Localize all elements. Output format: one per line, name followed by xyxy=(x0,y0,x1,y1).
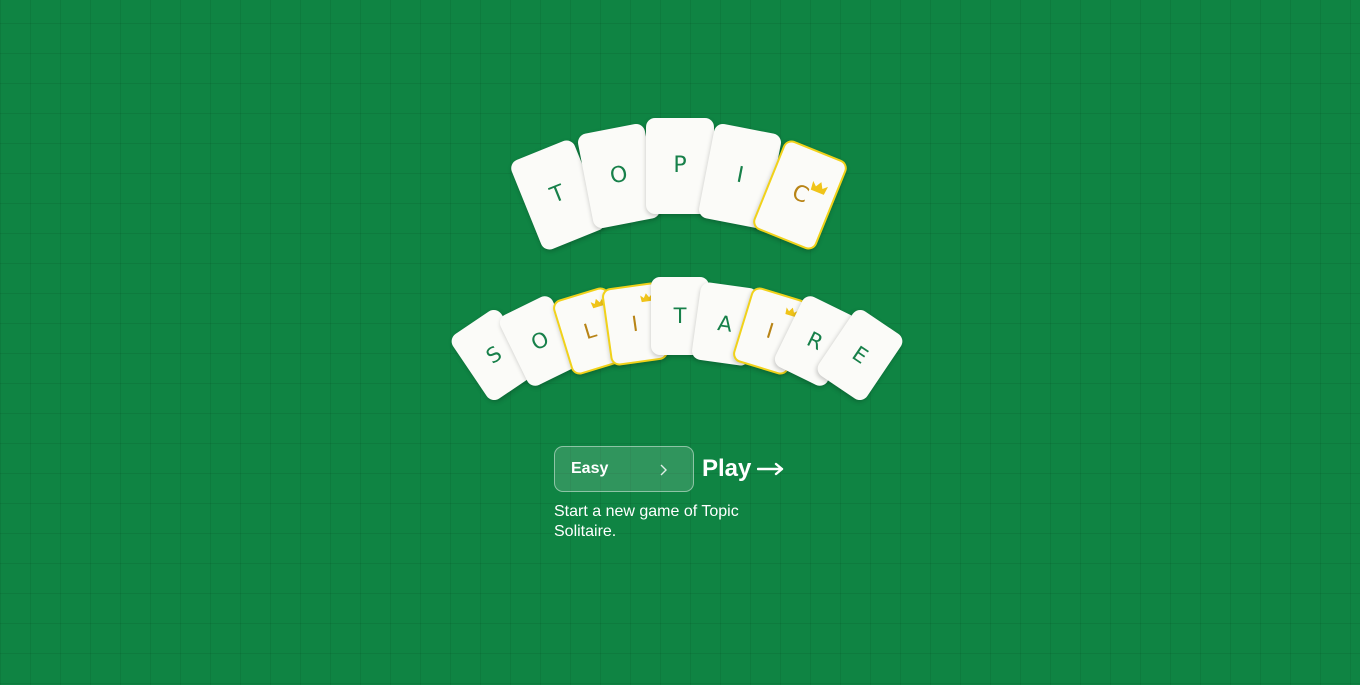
card-letter: C xyxy=(788,180,812,210)
play-button[interactable]: Play xyxy=(702,446,785,492)
card-letter: I xyxy=(734,162,746,189)
play-label: Play xyxy=(702,455,752,482)
card-letter: O xyxy=(608,161,630,190)
card-letter: L xyxy=(580,317,599,344)
card-letter: T xyxy=(673,303,687,328)
card-letter: T xyxy=(546,180,569,209)
card-letter: P xyxy=(673,153,687,178)
card-letter: S xyxy=(481,340,506,369)
arrow-right-icon xyxy=(757,462,784,476)
difficulty-selector[interactable]: Easy xyxy=(554,446,694,492)
card-letter: I xyxy=(630,311,640,336)
chevron-right-icon xyxy=(660,464,667,476)
card-letter: I xyxy=(763,318,777,343)
card-letter: A xyxy=(716,310,734,337)
game-description: Start a new game of Topic Solitaire. xyxy=(554,503,739,540)
card-letter: E xyxy=(848,340,873,369)
crown-icon xyxy=(810,180,829,195)
difficulty-label: Easy xyxy=(571,460,609,477)
card-letter: R xyxy=(803,326,828,355)
card-letter: O xyxy=(527,326,553,355)
